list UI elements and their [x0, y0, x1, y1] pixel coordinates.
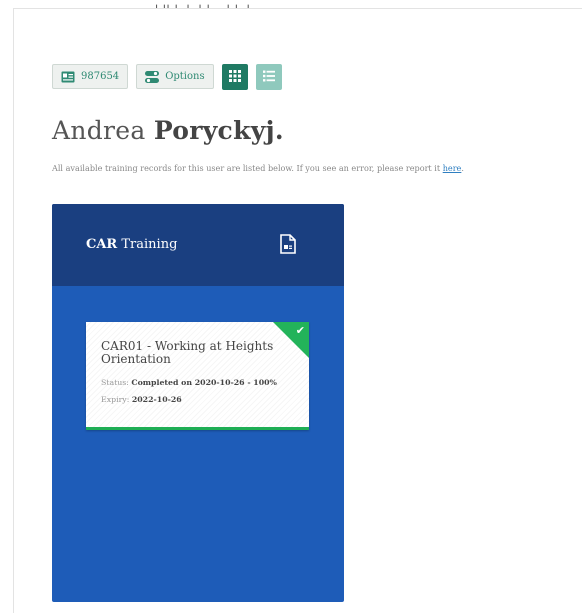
report-link[interactable]: here	[443, 163, 462, 173]
user-id-label: 987654	[81, 71, 120, 82]
page-title: Andrea Poryckyj.	[52, 116, 284, 145]
grid-icon	[228, 67, 241, 86]
expiry-label: Expiry:	[101, 395, 130, 404]
last-name: Poryckyj.	[153, 116, 284, 145]
subtitle-suffix: .	[461, 163, 464, 173]
options-label: Options	[165, 71, 205, 82]
record-expiry: Expiry: 2022-10-26	[101, 395, 182, 404]
panel-title-bold: CAR	[86, 237, 118, 252]
training-record-card[interactable]: ✔ CAR01 - Working at Heights Orientation…	[86, 322, 309, 430]
record-status: Status: Completed on 2020-10-26 - 100%	[101, 378, 277, 387]
training-panel: CAR Training ✔ CAR01 - Working at Height…	[52, 204, 344, 602]
panel-title-rest: Training	[117, 237, 178, 252]
user-id-button[interactable]: 987654	[52, 64, 129, 89]
panel-header: CAR Training	[52, 204, 344, 286]
status-label: Status:	[101, 378, 129, 387]
first-name: Andrea	[52, 116, 146, 145]
list-view-button[interactable]	[255, 63, 282, 90]
toggle-icon	[145, 70, 160, 83]
subtitle-text: All available training records for this …	[52, 163, 443, 173]
complete-bar	[86, 427, 309, 430]
expiry-value: 2022-10-26	[131, 395, 182, 404]
left-border	[13, 8, 14, 613]
check-icon: ✔	[295, 324, 305, 337]
list-icon	[262, 67, 275, 86]
toolbar: 987654 Options	[52, 63, 282, 90]
page-subtitle: All available training records for this …	[52, 163, 464, 173]
top-border	[13, 8, 582, 9]
options-button[interactable]: Options	[136, 64, 214, 89]
record-title: CAR01 - Working at Heights Orientation	[101, 339, 274, 366]
panel-title: CAR Training	[86, 237, 177, 252]
id-card-icon	[61, 71, 75, 83]
document-icon[interactable]	[279, 234, 297, 258]
grid-view-button[interactable]	[221, 63, 248, 90]
cropped-top-text: ˌˈˌˌ ˌ ˈˌ ˈˌ ˌˈ ˈ ˌ ˌ ˈˌ ˈ	[155, 0, 259, 8]
status-value: Completed on 2020-10-26 - 100%	[131, 378, 277, 387]
